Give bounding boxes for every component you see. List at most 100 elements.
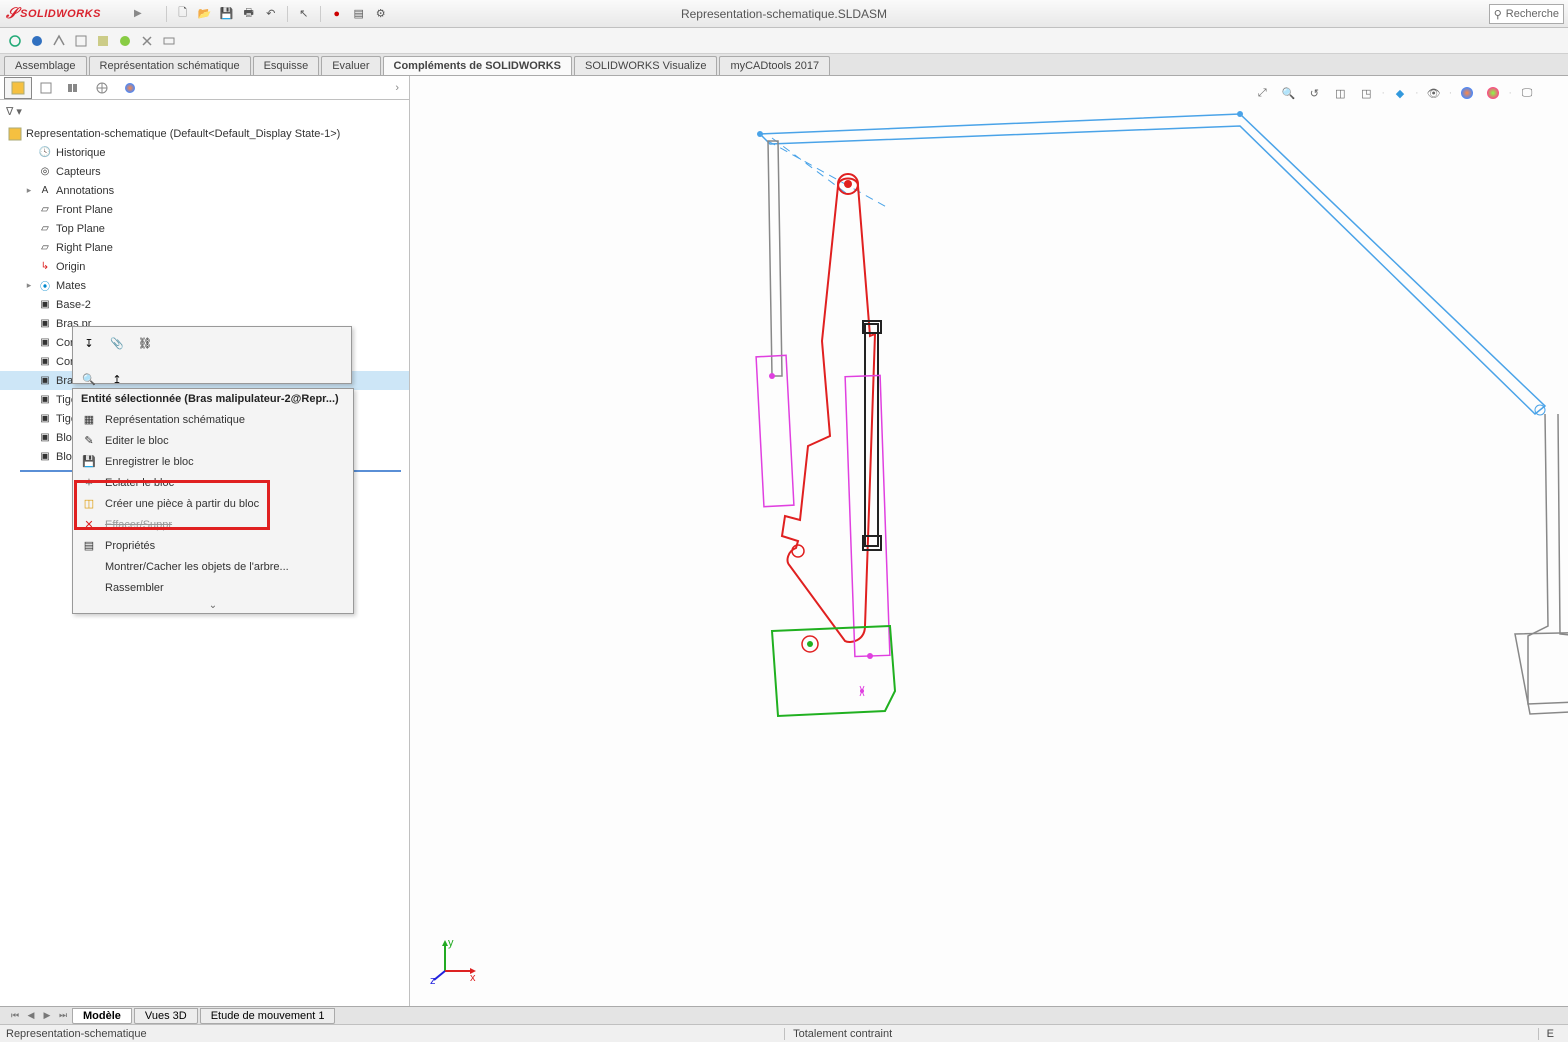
properties-icon: ▤ [81, 538, 97, 554]
bottom-tab-etude-mouvement[interactable]: Etude de mouvement 1 [200, 1008, 336, 1024]
tab-nav-last[interactable]: ⏭ [56, 1010, 70, 1021]
tree-item-base2[interactable]: ▣Base-2 [0, 295, 409, 314]
context-menu: Entité sélectionnée (Bras malipulateur-2… [72, 388, 354, 614]
tree-item-historique[interactable]: 🕓Historique [0, 143, 409, 162]
tree-item-right-plane[interactable]: ▱Right Plane [0, 238, 409, 257]
search-placeholder: Recherche [1506, 8, 1559, 20]
cm-proprietes[interactable]: ▤Propriétés [73, 535, 353, 556]
bottom-tabs: ⏮ ◀ ▶ ⏭ Modèle Vues 3D Etude de mouvemen… [0, 1006, 1568, 1024]
tab-representation-schematique[interactable]: Représentation schématique [89, 56, 251, 75]
block-icon: ▣ [38, 355, 52, 369]
tree-item-annotations[interactable]: ▸AAnnotations [0, 181, 409, 200]
sensor-icon: ◎ [38, 165, 52, 179]
display-tab[interactable] [116, 77, 144, 99]
tree-root[interactable]: Representation-schematique (Default<Defa… [0, 124, 409, 143]
undo-button[interactable]: ↶ [261, 4, 281, 24]
tool-icon-2[interactable] [28, 32, 46, 50]
feature-tree-tab[interactable] [4, 77, 32, 99]
tab-nav-first[interactable]: ⏮ [8, 1010, 22, 1021]
tool-icon-4[interactable] [72, 32, 90, 50]
edit-icon: ✎ [81, 433, 97, 449]
panel-tab-bar: › [0, 76, 409, 100]
app-menu-dropdown[interactable]: ▶ [134, 8, 142, 19]
settings-button[interactable]: ⚙ [371, 4, 391, 24]
context-menu-expand[interactable]: ⌄ [73, 598, 353, 613]
document-title: Representation-schematique.SLDASM [681, 7, 887, 21]
svg-text:x: x [470, 972, 476, 984]
tree-item-origin[interactable]: ↳Origin [0, 257, 409, 276]
block-icon: ▣ [38, 393, 52, 407]
mini-tool-2[interactable]: 📎 [107, 333, 127, 353]
select-button[interactable]: ↖ [294, 4, 314, 24]
bottom-tab-modele[interactable]: Modèle [72, 1008, 132, 1024]
block-icon: ▣ [38, 374, 52, 388]
block-icon: ▣ [38, 298, 52, 312]
mini-tool-4[interactable]: 🔍 [79, 369, 99, 389]
context-menu-header: Entité sélectionnée (Bras malipulateur-2… [73, 389, 353, 409]
print-button[interactable]: 🖶 [239, 4, 259, 24]
mini-tool-5[interactable]: ↥ [107, 369, 127, 389]
block-icon: ▣ [38, 317, 52, 331]
tool-icon-7[interactable] [138, 32, 156, 50]
tab-esquisse[interactable]: Esquisse [253, 56, 320, 75]
tab-visualize[interactable]: SOLIDWORKS Visualize [574, 56, 717, 75]
filter-row[interactable]: ∇ ▾ [0, 100, 409, 122]
tree-item-mates[interactable]: ▸⦿Mates [0, 276, 409, 295]
cm-editer-bloc[interactable]: ✎Editer le bloc [73, 430, 353, 451]
status-bar: Representation-schematique Totalement co… [0, 1024, 1568, 1042]
history-icon: 🕓 [38, 146, 52, 160]
title-bar: 𝒮SOLIDWORKS ▶ 🗋 📂 💾 🖶 ↶ ↖ ● ▤ ⚙ Represen… [0, 0, 1568, 28]
options-button[interactable]: ▤ [349, 4, 369, 24]
mini-tool-3[interactable]: ⛓ [135, 333, 155, 353]
tool-icon-5[interactable] [94, 32, 112, 50]
annotation-icon: A [38, 184, 52, 198]
panel-expand-arrow[interactable]: › [389, 82, 405, 94]
command-manager-tabs: Assemblage Représentation schématique Es… [0, 54, 1568, 76]
cm-enregistrer-bloc[interactable]: 💾Enregistrer le bloc [73, 451, 353, 472]
tab-evaluer[interactable]: Evaluer [321, 56, 380, 75]
schematic-drawing [710, 96, 1568, 876]
tree-root-label: Representation-schematique (Default<Defa… [26, 128, 340, 140]
tool-icon-3[interactable] [50, 32, 68, 50]
tab-complements[interactable]: Compléments de SOLIDWORKS [383, 56, 572, 75]
search-box[interactable]: ⚲ Recherche [1489, 4, 1564, 24]
block-icon: ▣ [38, 412, 52, 426]
tab-nav-next[interactable]: ▶ [40, 1010, 54, 1021]
tab-mycadtools[interactable]: myCADtools 2017 [719, 56, 830, 75]
status-far-right: E [1538, 1028, 1562, 1040]
cm-creer-piece[interactable]: ◫Créer une pièce à partir du bloc [73, 493, 353, 514]
rebuild-button[interactable]: ● [327, 4, 347, 24]
new-file-button[interactable]: 🗋 [173, 4, 193, 24]
property-manager-tab[interactable] [32, 77, 60, 99]
block-icon: ▣ [38, 336, 52, 350]
app-logo: 𝒮SOLIDWORKS [0, 1, 130, 27]
mini-tool-1[interactable]: ↧ [79, 333, 99, 353]
tree-item-front-plane[interactable]: ▱Front Plane [0, 200, 409, 219]
tree-item-top-plane[interactable]: ▱Top Plane [0, 219, 409, 238]
tool-icon-6[interactable] [116, 32, 134, 50]
cm-representation-schematique[interactable]: ▦Représentation schématique [73, 409, 353, 430]
tool-icon-8[interactable] [160, 32, 178, 50]
cm-effacer[interactable]: ✕Effacer/Suppr [73, 514, 353, 535]
dimxpert-tab[interactable] [88, 77, 116, 99]
bottom-tab-vues3d[interactable]: Vues 3D [134, 1008, 198, 1024]
save-button[interactable]: 💾 [217, 4, 237, 24]
axis-triad: y x z [430, 936, 480, 986]
context-mini-toolbar: ↧ 📎 ⛓ 🔍 ↥ [72, 326, 352, 384]
tab-nav-prev[interactable]: ◀ [24, 1010, 38, 1021]
create-part-icon: ◫ [81, 496, 97, 512]
explode-icon: ✶ [81, 475, 97, 491]
assembly-icon [8, 127, 22, 141]
tool-icon-1[interactable] [6, 32, 24, 50]
graphics-viewport[interactable]: ⤢ 🔍 ↺ ◫ ◳ · ◆ · 👁 · · 🖵 [410, 76, 1568, 1006]
tree-item-capteurs[interactable]: ◎Capteurs [0, 162, 409, 181]
cm-rassembler[interactable]: Rassembler [73, 577, 353, 598]
tab-assemblage[interactable]: Assemblage [4, 56, 87, 75]
secondary-toolbar [0, 28, 1568, 54]
configuration-tab[interactable] [60, 77, 88, 99]
cm-montrer-cacher[interactable]: Montrer/Cacher les objets de l'arbre... [73, 556, 353, 577]
open-file-button[interactable]: 📂 [195, 4, 215, 24]
save-icon: 💾 [81, 454, 97, 470]
cm-eclater-bloc[interactable]: ✶Eclater le bloc [73, 472, 353, 493]
svg-text:y: y [448, 937, 454, 949]
